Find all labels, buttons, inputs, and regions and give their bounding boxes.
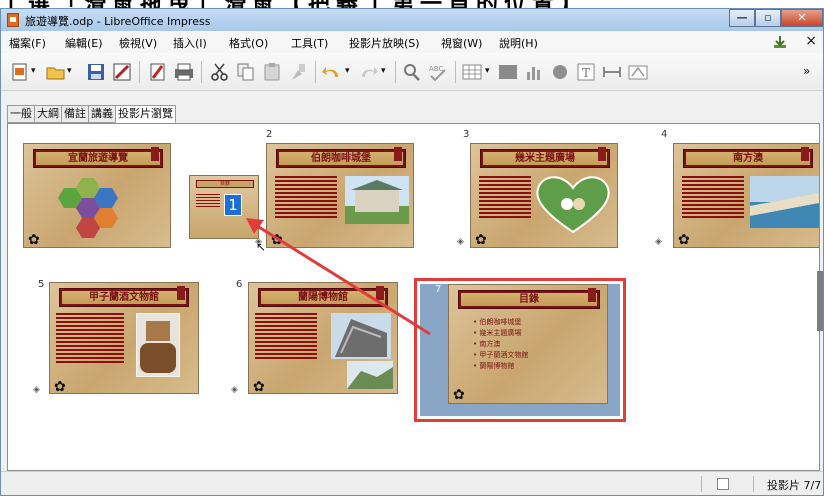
tab-notes[interactable]: 備註 bbox=[61, 105, 88, 123]
standard-toolbar: ▾ ▾ ▾ ▾ ABC ▾ T » bbox=[1, 53, 823, 91]
impress-window: 旅遊導覽.odp - LibreOffice Impress — ▫ ✕ 檔案(… bbox=[0, 8, 824, 496]
download-icon[interactable] bbox=[773, 35, 787, 49]
view-tabs: 一般 大綱 備註 講義 投影片瀏覽 bbox=[7, 105, 176, 123]
menu-format[interactable]: 格式(O) bbox=[229, 35, 268, 51]
cut-icon[interactable] bbox=[209, 62, 231, 82]
menu-file[interactable]: 檔案(F) bbox=[9, 35, 46, 51]
save-icon[interactable] bbox=[85, 62, 107, 82]
slide-thumbnail-5[interactable]: 甲子蘭酒文物館 ✿ bbox=[49, 282, 199, 395]
menu-insert[interactable]: 插入(I) bbox=[173, 35, 207, 51]
slide-title: 幾米主題廣場 bbox=[483, 152, 607, 165]
logo-icon: ✿ bbox=[54, 379, 66, 395]
logo-icon: ✿ bbox=[253, 379, 265, 395]
museum-photo-2 bbox=[347, 361, 393, 389]
copy-icon[interactable] bbox=[235, 62, 257, 82]
highlight-annotation-box bbox=[414, 278, 626, 422]
spelling-icon[interactable]: ABC bbox=[427, 62, 449, 82]
menu-slideshow[interactable]: 投影片放映(S) bbox=[349, 35, 420, 51]
harbor-photo bbox=[750, 176, 819, 228]
open-folder-icon[interactable] bbox=[45, 62, 67, 82]
clone-formatting-icon[interactable] bbox=[287, 62, 309, 82]
find-replace-icon[interactable] bbox=[401, 62, 423, 82]
tab-handout[interactable]: 講義 bbox=[88, 105, 115, 123]
maximize-button[interactable]: ▫ bbox=[755, 9, 781, 27]
slide-thumbnail-3[interactable]: 幾米主題廣場 ✿ bbox=[470, 143, 618, 248]
insert-field-icon[interactable] bbox=[601, 62, 623, 82]
svg-text:ABC: ABC bbox=[429, 65, 443, 73]
fontwork-icon[interactable] bbox=[627, 62, 649, 82]
new-document-icon[interactable] bbox=[9, 62, 31, 82]
media-icon[interactable] bbox=[549, 62, 571, 82]
slide-body-text bbox=[682, 176, 744, 218]
chart-icon[interactable] bbox=[523, 62, 545, 82]
transition-icon-6: ◈ bbox=[231, 385, 238, 395]
slide-count-status: 投影片 7/7 bbox=[767, 479, 822, 492]
slide-title: 南方澳 bbox=[686, 152, 810, 165]
slide-sorter-panel[interactable]: 宜蘭旅遊導覽 ✿ 2 伯朗咖啡城堡 ✿ ◈ 3 幾米主題廣場 ✿ ◈ 4 南方澳… bbox=[7, 123, 820, 471]
close-button[interactable]: ✕ bbox=[781, 9, 823, 27]
window-title: 旅遊導覽.odp - LibreOffice Impress bbox=[25, 15, 211, 28]
print-icon[interactable] bbox=[173, 62, 195, 82]
export-directly-icon[interactable] bbox=[147, 62, 169, 82]
slide-thumbnail-1[interactable]: 宜蘭旅遊導覽 ✿ bbox=[23, 143, 171, 248]
slide-body-text bbox=[56, 313, 124, 363]
menu-help[interactable]: 說明(H) bbox=[499, 35, 538, 51]
drag-preview-text bbox=[196, 194, 220, 207]
slide-number-5: 5 bbox=[38, 279, 45, 290]
logo-icon: ✿ bbox=[475, 232, 487, 248]
hexagon-diagram bbox=[58, 178, 118, 238]
image-icon[interactable] bbox=[497, 62, 519, 82]
toolbar-overflow-icon[interactable]: » bbox=[803, 64, 824, 84]
text-box-icon[interactable]: T bbox=[575, 62, 597, 82]
title-bar: 旅遊導覽.odp - LibreOffice Impress — ▫ ✕ bbox=[1, 9, 823, 31]
slide-title: 甲子蘭酒文物館 bbox=[62, 291, 186, 304]
paste-icon[interactable] bbox=[261, 62, 283, 82]
menu-window[interactable]: 視窗(W) bbox=[441, 35, 482, 51]
wine-barrel-photo bbox=[136, 313, 180, 377]
side-panel-handle[interactable] bbox=[817, 271, 823, 331]
menu-bar: 檔案(F) 編輯(E) 檢視(V) 插入(I) 格式(O) 工具(T) 投影片放… bbox=[1, 31, 823, 53]
drag-preview-title: 目錄 bbox=[196, 180, 254, 188]
undo-icon[interactable] bbox=[321, 62, 343, 82]
status-bar: 投影片 7/7 bbox=[1, 471, 823, 495]
impress-app-icon bbox=[7, 13, 19, 27]
redo-icon[interactable] bbox=[357, 62, 379, 82]
mouse-cursor-icon: ↖ bbox=[256, 240, 267, 254]
slide-number-4: 4 bbox=[661, 129, 668, 140]
table-icon[interactable] bbox=[461, 62, 483, 82]
slide-title: 伯朗咖啡城堡 bbox=[279, 152, 403, 165]
minimize-button[interactable]: — bbox=[729, 9, 755, 27]
logo-icon: ✿ bbox=[678, 232, 690, 248]
slide-number-2: 2 bbox=[266, 129, 273, 140]
annotation-arrow bbox=[246, 218, 431, 336]
close-document-icon[interactable]: × bbox=[805, 33, 817, 49]
slide-body-text bbox=[479, 176, 531, 218]
tab-normal[interactable]: 一般 bbox=[7, 105, 34, 123]
heart-photo bbox=[536, 176, 610, 234]
partial-caption-strip: 工選「滑鼠拖曳」滑鼠【把義工第一頁的位置】 bbox=[0, 0, 824, 8]
slide-thumbnail-4[interactable]: 南方澳 ✿ bbox=[673, 143, 819, 248]
transition-icon-5: ◈ bbox=[33, 385, 40, 395]
export-pdf-icon[interactable] bbox=[111, 62, 133, 82]
slide-title: 宜蘭旅遊導覽 bbox=[36, 152, 160, 165]
transition-icon-3: ◈ bbox=[457, 237, 464, 247]
logo-icon: ✿ bbox=[28, 232, 40, 248]
document-modified-icon bbox=[717, 478, 729, 490]
menu-edit[interactable]: 編輯(E) bbox=[65, 35, 103, 51]
tab-outline[interactable]: 大綱 bbox=[34, 105, 61, 123]
redo-dropdown-icon[interactable]: ▾ bbox=[381, 66, 403, 86]
transition-icon-4: ◈ bbox=[655, 237, 662, 247]
svg-text:T: T bbox=[582, 66, 590, 80]
slide-number-3: 3 bbox=[463, 129, 470, 140]
tab-slide-sorter[interactable]: 投影片瀏覽 bbox=[115, 105, 176, 123]
menu-view[interactable]: 檢視(V) bbox=[119, 35, 157, 51]
menu-tools[interactable]: 工具(T) bbox=[291, 35, 328, 51]
